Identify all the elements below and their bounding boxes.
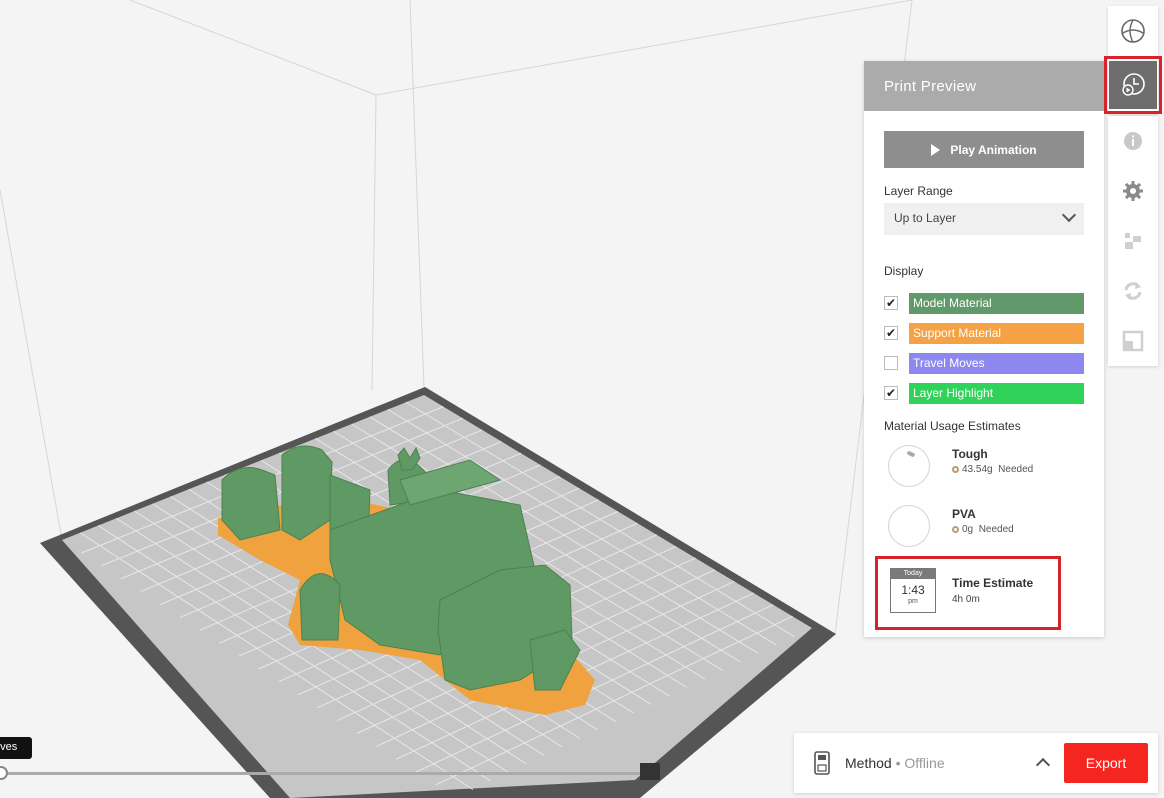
- arrange-button[interactable]: [1108, 216, 1158, 266]
- printer-bar: Method • Offline Export: [794, 733, 1158, 793]
- printer-status: Offline: [904, 755, 945, 771]
- printer-name: Method: [845, 755, 892, 771]
- layer-slider-tooltip: oves: [0, 737, 32, 759]
- settings-button[interactable]: [1108, 166, 1158, 216]
- info-icon: [1124, 132, 1142, 150]
- arrange-icon: [1125, 233, 1141, 249]
- material-needed: 43.54g Needed: [952, 464, 1033, 475]
- calendar-time: 1:43: [901, 583, 925, 597]
- settings-gear-icon: [1123, 181, 1143, 201]
- play-icon: [931, 143, 941, 156]
- calendar-icon: Today 1:43 pm: [890, 568, 936, 613]
- layer-range-value: Up to Layer: [894, 211, 957, 225]
- printer-selector[interactable]: Method • Offline: [845, 755, 945, 771]
- layer-range-label: Layer Range: [884, 184, 953, 198]
- rotate-icon: [1124, 282, 1142, 300]
- tools-rail: [1108, 116, 1158, 366]
- scale-button[interactable]: [1108, 316, 1158, 366]
- material-spool-icon: [888, 505, 930, 547]
- layer-highlight-checkbox[interactable]: ✔: [884, 386, 898, 400]
- display-label: Display: [884, 264, 924, 278]
- display-item-support-material: ✔ Support Material: [884, 323, 1084, 344]
- material-dot-icon: [952, 466, 959, 473]
- model-material-swatch: Model Material: [909, 293, 1084, 314]
- calendar-day: Today: [891, 569, 935, 579]
- panel-title: Print Preview: [864, 61, 1104, 111]
- print-preview-active-bg: [1109, 61, 1157, 109]
- material-dot-icon: [952, 526, 959, 533]
- layer-range-select[interactable]: Up to Layer: [884, 203, 1084, 235]
- material-name: PVA: [952, 507, 976, 521]
- print-preview-panel: Print Preview Play Animation Layer Range…: [864, 61, 1104, 637]
- rotate-button[interactable]: [1108, 266, 1158, 316]
- sphere-view-icon: [1121, 19, 1145, 43]
- support-material-checkbox[interactable]: ✔: [884, 326, 898, 340]
- export-button[interactable]: Export: [1064, 743, 1148, 783]
- sphere-view-button[interactable]: [1108, 6, 1158, 56]
- info-button[interactable]: [1108, 116, 1158, 166]
- model-material-checkbox[interactable]: ✔: [884, 296, 898, 310]
- status-separator: •: [891, 755, 905, 771]
- support-material-swatch: Support Material: [909, 323, 1084, 344]
- material-spool-icon: [888, 445, 930, 487]
- display-item-layer-highlight: ✔ Layer Highlight: [884, 383, 1084, 404]
- display-item-travel-moves: Travel Moves: [884, 353, 1084, 374]
- travel-moves-swatch: Travel Moves: [909, 353, 1084, 374]
- scale-icon: [1122, 330, 1144, 352]
- play-animation-label: Play Animation: [950, 142, 1037, 157]
- material-row-pva: PVA 0g Needed: [888, 505, 1088, 553]
- material-usage-label: Material Usage Estimates: [884, 419, 1021, 433]
- printer-icon: [814, 751, 830, 775]
- material-row-tough: Tough 43.54g Needed: [888, 445, 1088, 493]
- play-animation-button[interactable]: Play Animation: [884, 131, 1084, 168]
- travel-moves-checkbox[interactable]: [884, 356, 898, 370]
- view-mode-rail: [1104, 6, 1162, 114]
- time-estimate-title: Time Estimate: [952, 576, 1034, 590]
- print-preview-icon: [1122, 73, 1145, 96]
- layer-highlight-swatch: Layer Highlight: [909, 383, 1084, 404]
- time-estimate-box: Today 1:43 pm Time Estimate 4h 0m: [875, 556, 1061, 630]
- calendar-ampm: pm: [908, 598, 918, 605]
- layer-slider-end-cap: [640, 763, 660, 780]
- chevron-down-icon: [1061, 207, 1077, 223]
- chevron-up-icon[interactable]: [1035, 757, 1051, 773]
- layer-slider-track[interactable]: [0, 772, 644, 775]
- material-name: Tough: [952, 447, 988, 461]
- print-preview-button[interactable]: [1104, 56, 1162, 114]
- display-item-model-material: ✔ Model Material: [884, 293, 1084, 314]
- material-needed: 0g Needed: [952, 524, 1014, 535]
- time-estimate-value: 4h 0m: [952, 594, 980, 605]
